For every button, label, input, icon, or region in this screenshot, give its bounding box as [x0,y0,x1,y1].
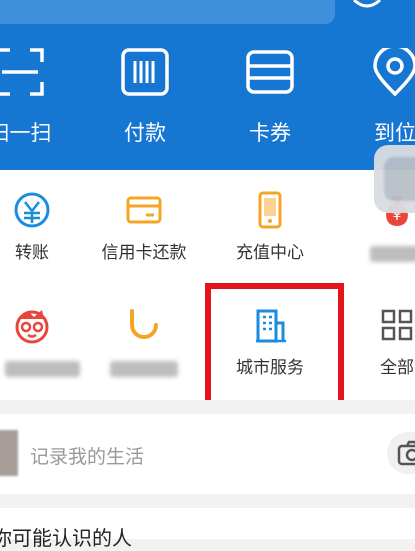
people-section-title: 你可能认识的人 [0,526,132,550]
grid-icon [377,305,415,345]
avatar [0,430,18,476]
top-bar [0,0,415,34]
service-label-blurred [110,361,178,377]
service-label: 转账 [15,243,49,263]
people-section: 你可能认识的人 [0,508,415,550]
camera-icon [397,440,415,466]
card-wallet-icon [246,48,294,96]
transfer-icon [12,190,52,230]
service-blurred-3[interactable] [92,285,196,400]
barcode-icon [121,48,169,96]
divider [0,494,415,508]
service-label-blurred [5,361,80,377]
quick-action-pay[interactable]: 付款 [90,48,200,158]
search-bar[interactable] [0,0,335,24]
phone-topup-icon [250,190,290,230]
service-label: 全部 [380,358,414,378]
contacts-icon[interactable] [350,0,384,14]
service-blurred-2[interactable] [0,285,84,400]
scan-icon [0,48,44,96]
didi-icon [124,305,164,345]
quick-action-label: 卡券 [249,121,291,145]
quick-action-label: 付款 [124,121,166,145]
service-credit-card[interactable]: 信用卡还款 [92,170,196,285]
floating-button[interactable] [374,145,415,213]
quick-action-label: 扫一扫 [0,121,52,145]
service-topup[interactable]: 充值中心 [218,170,322,285]
header-area: 扫一扫 付款 卡券 到位 [0,0,415,170]
service-label-blurred [370,246,415,262]
red-face-icon [12,305,52,345]
quick-action-cards[interactable]: 卡券 [215,48,325,158]
divider [0,400,415,414]
highlight-box [205,283,344,409]
credit-card-icon [124,190,164,230]
life-placeholder: 记录我的生活 [30,446,145,468]
life-record-bar[interactable]: 记录我的生活 [0,414,415,494]
service-all[interactable]: 全部 [345,285,415,400]
location-pin-icon [371,44,415,97]
camera-button[interactable] [387,432,415,474]
quick-action-label: 到位 [374,121,415,145]
quick-action-scan[interactable]: 扫一扫 [0,48,75,158]
service-label: 信用卡还款 [101,243,187,263]
service-label: 充值中心 [236,243,304,263]
service-transfer[interactable]: 转账 [0,170,84,285]
quick-action-location[interactable]: 到位 [340,44,415,158]
